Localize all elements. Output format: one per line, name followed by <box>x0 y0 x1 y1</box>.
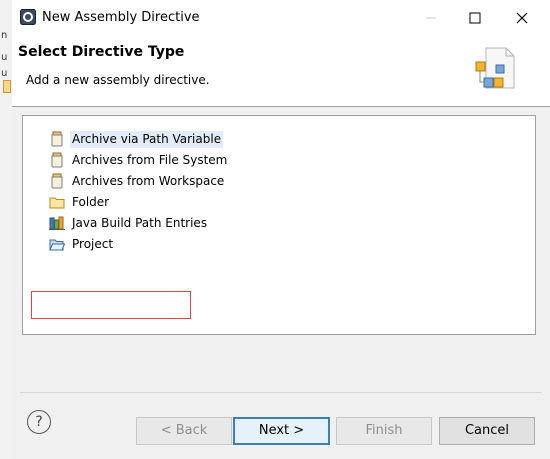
project-folder-icon <box>49 239 65 251</box>
tree-item-label: Archives from Workspace <box>72 173 225 188</box>
maximize-icon <box>469 12 481 24</box>
wizard-body: Archive via Path Variable Archives from … <box>12 107 550 459</box>
tree-item-archive-via-path-variable[interactable]: Archive via Path Variable <box>49 129 224 149</box>
tree-item-project[interactable]: Project <box>49 234 115 254</box>
tree-item-label: Project <box>72 236 114 251</box>
tree-item-label: Folder <box>72 194 110 209</box>
tree-item-archives-from-workspace[interactable]: Archives from Workspace <box>49 171 226 191</box>
jar-icon <box>51 173 63 189</box>
background-text-fragment: n <box>1 30 8 41</box>
jar-icon <box>51 131 63 147</box>
help-button[interactable]: ? <box>27 410 51 434</box>
page-description: Add a new assembly directive. <box>26 73 210 87</box>
background-text-fragment: u <box>1 68 8 79</box>
wizard-header: Select Directive Type Add a new assembly… <box>12 36 550 107</box>
close-button[interactable] <box>505 6 539 30</box>
page-title: Select Directive Type <box>18 44 185 60</box>
title-bar: New Assembly Directive <box>12 0 550 36</box>
eclipse-app-icon <box>20 9 36 25</box>
tree-item-label: Java Build Path Entries <box>72 215 208 230</box>
tree-item-archives-from-file-system[interactable]: Archives from File System <box>49 150 229 170</box>
wizard-banner-icon <box>475 47 515 89</box>
window-title: New Assembly Directive <box>42 10 200 25</box>
tree-item-label: Archive via Path Variable <box>70 130 224 148</box>
maximize-button[interactable] <box>458 6 492 30</box>
tree-item-java-build-path-entries[interactable]: Java Build Path Entries <box>49 213 209 233</box>
tree-item-label: Archives from File System <box>72 152 228 167</box>
background-folder-icon <box>3 80 11 93</box>
cancel-button[interactable]: Cancel <box>439 417 535 445</box>
minimize-button[interactable] <box>414 6 448 30</box>
jar-icon <box>51 152 63 168</box>
button-bar-separator <box>20 392 542 393</box>
background-text-fragment: u <box>1 52 8 63</box>
finish-button[interactable]: Finish <box>336 417 432 445</box>
back-button[interactable]: < Back <box>136 417 232 445</box>
library-icon <box>49 216 65 230</box>
folder-icon <box>49 197 65 209</box>
highlight-annotation-box <box>31 291 191 319</box>
close-icon <box>516 12 528 24</box>
next-button[interactable]: Next > <box>233 417 330 445</box>
minimize-icon <box>426 17 436 19</box>
tree-item-folder[interactable]: Folder <box>49 192 111 212</box>
